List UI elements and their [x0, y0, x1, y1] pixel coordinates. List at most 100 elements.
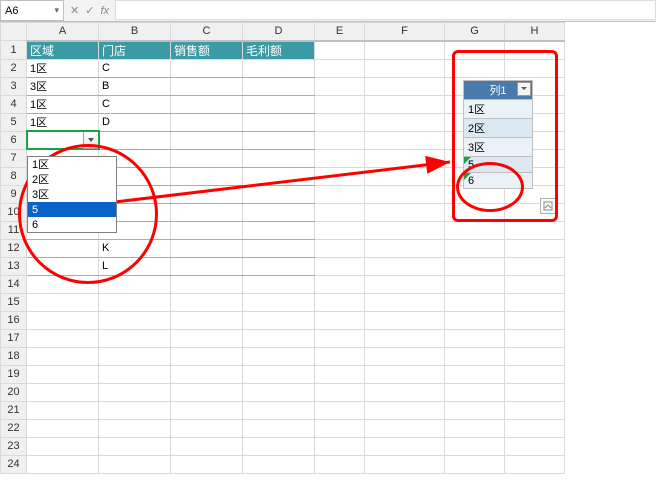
cell-D19[interactable]	[243, 365, 315, 383]
cell-D21[interactable]	[243, 401, 315, 419]
mini-table-cell[interactable]: 5	[464, 157, 533, 173]
cell-G18[interactable]	[445, 347, 505, 365]
cell-E22[interactable]	[315, 419, 365, 437]
cell-D6[interactable]	[243, 131, 315, 149]
cell-F2[interactable]	[365, 59, 445, 77]
cell-E6[interactable]	[315, 131, 365, 149]
cell-E3[interactable]	[315, 77, 365, 95]
row-header-15[interactable]: 15	[1, 293, 27, 311]
cell-D10[interactable]	[243, 203, 315, 221]
mini-table-header[interactable]: 列1	[464, 81, 533, 100]
cell-E21[interactable]	[315, 401, 365, 419]
cell-E19[interactable]	[315, 365, 365, 383]
cell-C12[interactable]	[171, 239, 243, 257]
row-header-23[interactable]: 23	[1, 437, 27, 455]
cell-D4[interactable]	[243, 95, 315, 113]
cell-H19[interactable]	[505, 365, 565, 383]
row-header-24[interactable]: 24	[1, 455, 27, 473]
cell-E18[interactable]	[315, 347, 365, 365]
cell-F22[interactable]	[365, 419, 445, 437]
auto-fill-options-button[interactable]	[540, 198, 556, 214]
cell-F7[interactable]	[365, 149, 445, 167]
cell-A6[interactable]	[27, 131, 99, 149]
cell-G1[interactable]	[445, 41, 505, 60]
cell-H22[interactable]	[505, 419, 565, 437]
cell-B12[interactable]: K	[99, 239, 171, 257]
cell-C22[interactable]	[171, 419, 243, 437]
cell-A2[interactable]: 1区	[27, 59, 99, 77]
row-header-22[interactable]: 22	[1, 419, 27, 437]
col-header-B[interactable]: B	[99, 23, 171, 41]
cell-B22[interactable]	[99, 419, 171, 437]
validation-dropdown-button[interactable]	[83, 131, 99, 149]
cell-D2[interactable]	[243, 59, 315, 77]
cell-B23[interactable]	[99, 437, 171, 455]
cell-B20[interactable]	[99, 383, 171, 401]
cell-G21[interactable]	[445, 401, 505, 419]
dropdown-option[interactable]: 1区	[28, 157, 116, 172]
cell-G12[interactable]	[445, 239, 505, 257]
mini-table-cell[interactable]: 1区	[464, 100, 533, 119]
cell-E17[interactable]	[315, 329, 365, 347]
col-header-H[interactable]: H	[505, 23, 565, 41]
cell-H17[interactable]	[505, 329, 565, 347]
cell-G19[interactable]	[445, 365, 505, 383]
cell-D1[interactable]: 毛利额	[243, 41, 315, 60]
dropdown-option[interactable]: 6	[28, 217, 116, 232]
cell-B16[interactable]	[99, 311, 171, 329]
cell-H24[interactable]	[505, 455, 565, 473]
cell-B2[interactable]: C	[99, 59, 171, 77]
cell-A12[interactable]	[27, 239, 99, 257]
row-header-6[interactable]: 6	[1, 131, 27, 149]
cell-F3[interactable]	[365, 77, 445, 95]
row-header-17[interactable]: 17	[1, 329, 27, 347]
cell-C2[interactable]	[171, 59, 243, 77]
cell-A16[interactable]	[27, 311, 99, 329]
row-header-3[interactable]: 3	[1, 77, 27, 95]
validation-dropdown[interactable]: 1区2区3区56	[27, 156, 117, 233]
cell-A14[interactable]	[27, 275, 99, 293]
cell-A24[interactable]	[27, 455, 99, 473]
cancel-icon[interactable]: ✕	[70, 4, 79, 17]
mini-table-cell[interactable]: 6	[464, 173, 533, 189]
cell-F11[interactable]	[365, 221, 445, 239]
col-header-E[interactable]: E	[315, 23, 365, 41]
cell-D22[interactable]	[243, 419, 315, 437]
cell-A15[interactable]	[27, 293, 99, 311]
cell-F5[interactable]	[365, 113, 445, 131]
cell-H2[interactable]	[505, 59, 565, 77]
cell-F6[interactable]	[365, 131, 445, 149]
row-header-4[interactable]: 4	[1, 95, 27, 113]
cell-F10[interactable]	[365, 203, 445, 221]
row-header-21[interactable]: 21	[1, 401, 27, 419]
row-header-18[interactable]: 18	[1, 347, 27, 365]
cell-F19[interactable]	[365, 365, 445, 383]
cell-H23[interactable]	[505, 437, 565, 455]
cell-A13[interactable]	[27, 257, 99, 275]
cell-D23[interactable]	[243, 437, 315, 455]
cell-C18[interactable]	[171, 347, 243, 365]
cell-F17[interactable]	[365, 329, 445, 347]
cell-C17[interactable]	[171, 329, 243, 347]
cell-E11[interactable]	[315, 221, 365, 239]
cell-E23[interactable]	[315, 437, 365, 455]
cell-A19[interactable]	[27, 365, 99, 383]
cell-E1[interactable]	[315, 41, 365, 60]
col-header-F[interactable]: F	[365, 23, 445, 41]
cell-G24[interactable]	[445, 455, 505, 473]
col-header-C[interactable]: C	[171, 23, 243, 41]
cell-C15[interactable]	[171, 293, 243, 311]
cell-A4[interactable]: 1区	[27, 95, 99, 113]
cell-C16[interactable]	[171, 311, 243, 329]
cell-H1[interactable]	[505, 41, 565, 60]
col-header-G[interactable]: G	[445, 23, 505, 41]
cell-H13[interactable]	[505, 257, 565, 275]
cell-G15[interactable]	[445, 293, 505, 311]
cell-C11[interactable]	[171, 221, 243, 239]
cell-A17[interactable]	[27, 329, 99, 347]
cell-F23[interactable]	[365, 437, 445, 455]
cell-A5[interactable]: 1区	[27, 113, 99, 131]
cell-C9[interactable]	[171, 185, 243, 203]
cell-D7[interactable]	[243, 149, 315, 167]
row-header-11[interactable]: 11	[1, 221, 27, 239]
